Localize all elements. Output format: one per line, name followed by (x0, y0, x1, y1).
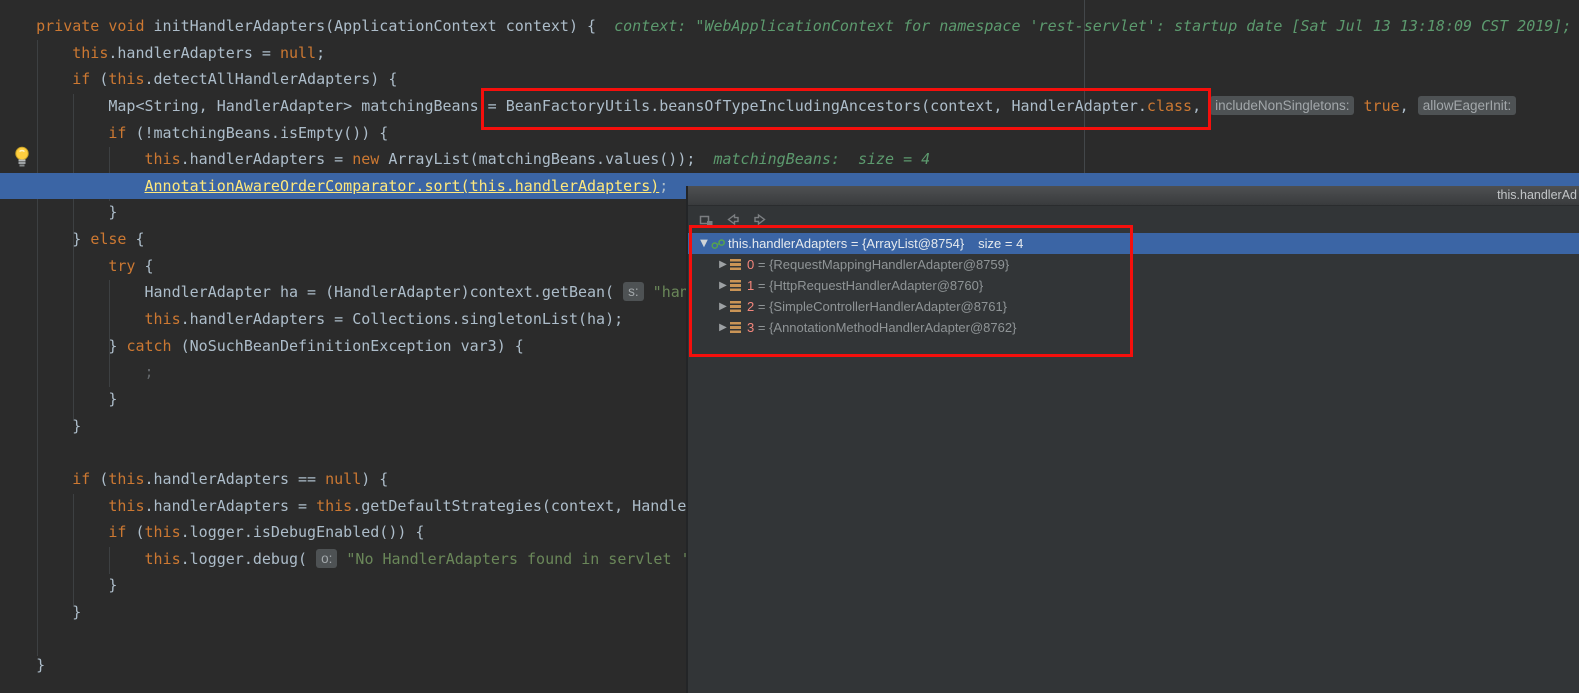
code-token: } (0, 230, 90, 248)
popup-title-text: this.handlerAd (1497, 188, 1577, 202)
code-token: .handlerAdapters = (145, 497, 317, 515)
parameter-hint-chip: allowEagerInit: (1418, 96, 1517, 115)
code-token (0, 124, 108, 142)
code-token: ; (0, 363, 154, 381)
code-token: , (1400, 97, 1418, 115)
code-token: .logger.isDebugEnabled()) { (181, 523, 425, 541)
code-token: (!matchingBeans.isEmpty()) { (126, 124, 388, 142)
code-token: try (108, 257, 135, 275)
popup-title-bar[interactable]: this.handlerAd (688, 186, 1579, 206)
code-token: } (0, 576, 117, 594)
intention-bulb-icon[interactable] (13, 146, 31, 168)
parameter-hint-chip: o: (316, 549, 337, 568)
code-token (0, 44, 72, 62)
code-token (0, 70, 72, 88)
code-token: void (108, 17, 144, 35)
code-token: ( (90, 70, 108, 88)
code-token: new (352, 150, 379, 168)
code-token: null (325, 470, 361, 488)
code-token: catch (126, 337, 171, 355)
code-token: .handlerAdapters = (181, 150, 353, 168)
parameter-hint-chip: includeNonSingletons: (1210, 96, 1354, 115)
annotation-box-code (481, 88, 1211, 130)
code-token: this (145, 523, 181, 541)
code-token: { (126, 230, 144, 248)
code-token: this (316, 497, 352, 515)
code-token: } (0, 203, 117, 221)
code-token: ArrayList(matchingBeans.values()); (379, 150, 713, 168)
code-token: if (108, 523, 126, 541)
code-token: ; (316, 44, 325, 62)
ide-screen: private void initHandlerAdapters(Applica… (0, 0, 1579, 693)
code-line[interactable]: this.handlerAdapters = new ArrayList(mat… (0, 146, 1579, 173)
code-token: .handlerAdapters = (108, 44, 280, 62)
parameter-hint-chip: s: (623, 282, 644, 301)
code-token: ( (126, 523, 144, 541)
code-token (0, 177, 145, 195)
code-token (1354, 97, 1363, 115)
debugger-inline-hint: matchingBeans: size = 4 (713, 150, 930, 168)
code-token (0, 257, 108, 275)
code-token: } (0, 337, 126, 355)
code-token: if (72, 470, 90, 488)
code-line[interactable]: this.handlerAdapters = null; (0, 40, 1579, 67)
code-token: { (135, 257, 153, 275)
code-token: .detectAllHandlerAdapters) { (145, 70, 398, 88)
code-token: AnnotationAwareOrderComparator.sort(this… (145, 177, 660, 195)
code-token: .getDefaultStrategies(context, HandlerA (352, 497, 704, 515)
code-token: else (90, 230, 126, 248)
code-token: ) { (361, 470, 388, 488)
code-token: } (0, 656, 45, 674)
code-token (644, 283, 653, 301)
code-token: this (145, 550, 181, 568)
code-token (0, 17, 36, 35)
code-token: if (72, 70, 90, 88)
code-token: } (0, 417, 81, 435)
code-token (0, 523, 108, 541)
code-token: this (72, 44, 108, 62)
code-token: ; (659, 177, 668, 195)
code-line[interactable]: private void initHandlerAdapters(Applica… (0, 13, 1579, 40)
code-token (0, 310, 145, 328)
code-token: private (36, 17, 99, 35)
code-token: (NoSuchBeanDefinitionException var3) { (172, 337, 524, 355)
code-token: } (0, 603, 81, 621)
debugger-inline-hint: context: "WebApplicationContext for name… (614, 17, 1579, 35)
code-token: this (108, 70, 144, 88)
code-token: "No HandlerAdapters found in servlet '" (346, 550, 698, 568)
code-token: this (145, 150, 181, 168)
code-token: this (108, 497, 144, 515)
code-token: initHandlerAdapters(ApplicationContext c… (145, 17, 615, 35)
code-token: .logger.debug( (181, 550, 316, 568)
code-token (0, 497, 108, 515)
code-token: HandlerAdapter ha = (HandlerAdapter)cont… (0, 283, 623, 301)
code-token: } (0, 390, 117, 408)
code-token: this (108, 470, 144, 488)
code-token: ( (90, 470, 108, 488)
code-token (0, 550, 145, 568)
code-token: .handlerAdapters = Collections.singleton… (181, 310, 624, 328)
code-token: null (280, 44, 316, 62)
annotation-box-tree (689, 225, 1133, 357)
code-token: this (145, 310, 181, 328)
code-token: .handlerAdapters == (145, 470, 326, 488)
code-token (0, 470, 72, 488)
code-token: true (1364, 97, 1400, 115)
code-token: if (108, 124, 126, 142)
